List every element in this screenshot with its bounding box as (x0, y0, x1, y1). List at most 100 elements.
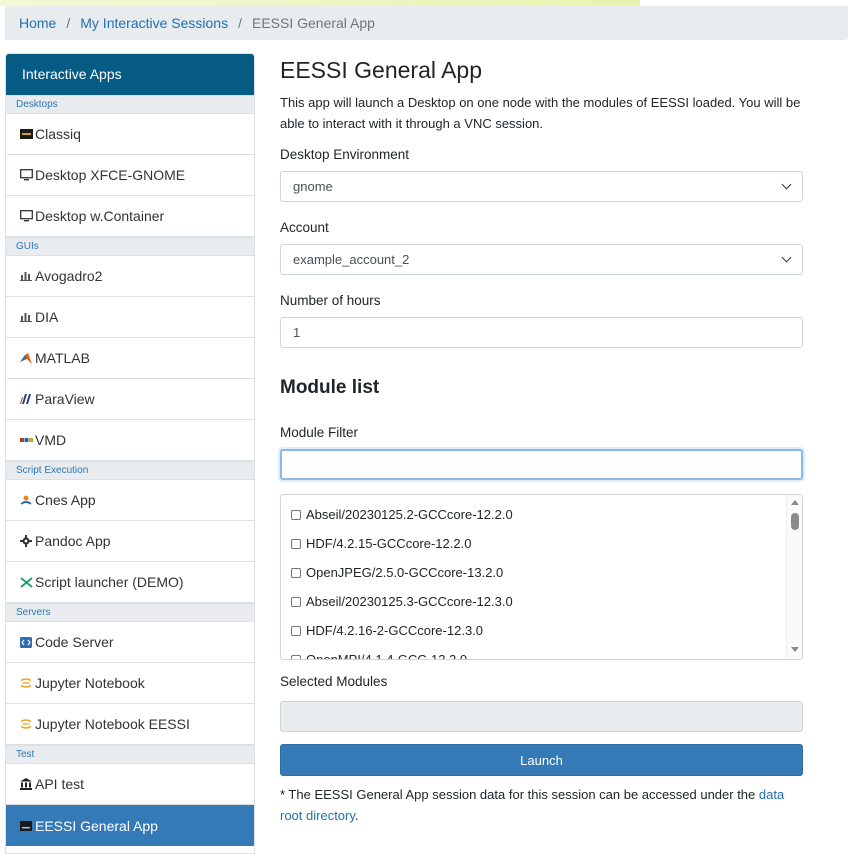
hours-input[interactable]: 1 (280, 317, 803, 348)
sidebar-item-cnes-app[interactable]: Cnes App (6, 480, 254, 521)
vmd-icon (19, 433, 33, 447)
terminal-icon (19, 819, 33, 833)
sidebar-item-label: ParaView (35, 391, 95, 407)
sidebar: Interactive Apps Desktops Classiq Deskto… (5, 53, 255, 854)
account-label: Account (280, 220, 329, 235)
sidebar-category-servers: Servers (6, 603, 254, 622)
module-name: Abseil/20230125.3-GCCcore-12.3.0 (306, 594, 513, 609)
module-option[interactable]: Abseil/20230125.2-GCCcore-12.2.0 (281, 500, 802, 529)
module-list-heading: Module list (280, 377, 380, 398)
sidebar-item-code-server[interactable]: Code Server (6, 622, 254, 663)
launch-button[interactable]: Launch (280, 744, 803, 776)
sidebar-item-jupyter-notebook[interactable]: Jupyter Notebook (6, 663, 254, 704)
sidebar-item-label: API test (35, 776, 85, 792)
sidebar-item-dia[interactable]: DIA (6, 297, 254, 338)
breadcrumb-my-sessions[interactable]: My Interactive Sessions (80, 15, 228, 31)
sidebar-category-test: Test (6, 745, 254, 764)
module-checkbox[interactable] (291, 509, 301, 520)
module-checkbox[interactable] (291, 538, 301, 549)
module-name: OpenJPEG/2.5.0-GCCcore-13.2.0 (306, 565, 504, 580)
desktop-environment-value: gnome (293, 179, 333, 194)
chevron-down-icon (781, 179, 792, 190)
sidebar-item-label: MATLAB (35, 350, 90, 366)
hours-label: Number of hours (280, 293, 381, 308)
sidebar-item-matlab[interactable]: MATLAB (6, 338, 254, 379)
shuffle-icon (19, 575, 33, 589)
module-filter-input[interactable] (280, 449, 803, 480)
scroll-up-arrow-icon[interactable] (791, 500, 799, 505)
selected-modules-field (280, 701, 803, 732)
sidebar-item-label: Classiq (35, 126, 81, 142)
sidebar-category-script-execution: Script Execution (6, 461, 254, 480)
sidebar-item-label: Desktop w.Container (35, 208, 165, 224)
sidebar-item-label: Jupyter Notebook (35, 675, 145, 691)
sidebar-category-desktops: Desktops (6, 95, 254, 114)
sidebar-item-label: Script launcher (DEMO) (35, 574, 184, 590)
sidebar-item-jupyter-notebook-eessi[interactable]: Jupyter Notebook EESSI (6, 704, 254, 745)
app-description: This app will launch a Desktop on one no… (280, 95, 801, 131)
sidebar-item-classiq[interactable]: Classiq (6, 114, 254, 155)
desktop-environment-select[interactable]: gnome (280, 171, 803, 202)
module-list: Abseil/20230125.2-GCCcore-12.2.0 HDF/4.2… (280, 494, 803, 660)
sidebar-item-pandoc-app[interactable]: Pandoc App (6, 521, 254, 562)
sidebar-item-paraview[interactable]: ParaView (6, 379, 254, 420)
session-data-note: * The EESSI General App session data for… (280, 784, 803, 826)
module-checkbox[interactable] (291, 567, 301, 578)
breadcrumb-separator: / (238, 15, 242, 31)
code-server-icon (19, 635, 33, 649)
classiq-icon (19, 127, 33, 141)
module-name: HDF/4.2.16-2-GCCcore-12.3.0 (306, 623, 484, 638)
module-list-scrollbar[interactable] (786, 495, 802, 659)
account-value: example_account_2 (293, 252, 410, 267)
sidebar-item-label: Desktop XFCE-GNOME (35, 167, 186, 183)
building-icon (19, 777, 33, 791)
module-option[interactable]: HDF/4.2.16-2-GCCcore-12.3.0 (281, 616, 802, 645)
module-option[interactable]: HDF/4.2.15-GCCcore-12.2.0 (281, 529, 802, 558)
scroll-thumb[interactable] (791, 513, 799, 530)
jupyter-icon (19, 676, 33, 690)
sidebar-item-desktop-xfce[interactable]: Desktop XFCE-GNOME (6, 155, 254, 196)
gear-icon (19, 534, 33, 548)
note-text: * The EESSI General App session data for… (280, 787, 759, 802)
bar-chart-icon (19, 269, 33, 283)
note-suffix: . (354, 808, 359, 823)
sidebar-category-guis: GUIs (6, 237, 254, 256)
sidebar-item-label: Code Server (35, 634, 114, 650)
module-name: OpenMPI/4.1.4-GCC-12.2.0 (306, 652, 468, 660)
sidebar-item-eessi-general-app[interactable]: EESSI General App (6, 805, 254, 846)
breadcrumb-separator: / (66, 15, 71, 31)
monitor-icon (19, 168, 33, 182)
module-checkbox[interactable] (291, 625, 301, 636)
breadcrumb-current: EESSI General App (251, 15, 375, 31)
sidebar-header: Interactive Apps (6, 54, 254, 95)
scroll-down-arrow-icon[interactable] (791, 647, 799, 652)
module-checkbox[interactable] (291, 654, 301, 659)
sidebar-item-script-launcher[interactable]: Script launcher (DEMO) (6, 562, 254, 603)
account-select[interactable]: example_account_2 (280, 244, 803, 275)
sidebar-item-api-test[interactable]: API test (6, 764, 254, 805)
selected-modules-label: Selected Modules (280, 674, 388, 689)
sidebar-item-label: Avogadro2 (35, 268, 103, 284)
sidebar-item-label: VMD (35, 432, 67, 448)
jupyter-icon (19, 717, 33, 731)
sidebar-item-label: EESSI General App (35, 817, 158, 834)
monitor-icon (19, 209, 33, 223)
module-filter-label: Module Filter (280, 425, 359, 440)
breadcrumb-home[interactable]: Home (19, 15, 56, 31)
paraview-icon (19, 392, 33, 406)
chevron-down-icon (781, 252, 792, 263)
main-content: EESSI General App This app will launch a… (280, 53, 803, 826)
module-name: Abseil/20230125.2-GCCcore-12.2.0 (306, 507, 513, 522)
sidebar-item-label: DIA (35, 309, 59, 325)
sidebar-item-avogadro2[interactable]: Avogadro2 (6, 256, 254, 297)
page-title: EESSI General App (280, 57, 483, 83)
module-option[interactable]: OpenJPEG/2.5.0-GCCcore-13.2.0 (281, 558, 802, 587)
module-option[interactable]: OpenMPI/4.1.4-GCC-12.2.0 (281, 645, 802, 660)
sidebar-item-vmd[interactable]: VMD (6, 420, 254, 461)
bar-chart-icon (19, 310, 33, 324)
sidebar-item-label: Jupyter Notebook EESSI (35, 716, 190, 732)
sidebar-item-label: Pandoc App (35, 533, 111, 549)
sidebar-item-desktop-container[interactable]: Desktop w.Container (6, 196, 254, 237)
module-option[interactable]: Abseil/20230125.3-GCCcore-12.3.0 (281, 587, 802, 616)
module-checkbox[interactable] (291, 596, 301, 607)
